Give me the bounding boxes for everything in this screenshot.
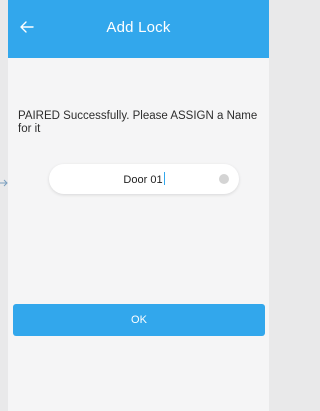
lock-name-value: Door 01 bbox=[123, 174, 163, 186]
lock-name-input[interactable]: Door 01 bbox=[49, 164, 239, 194]
header-bar: Add Lock bbox=[8, 0, 269, 58]
text-caret bbox=[163, 172, 165, 185]
ok-button[interactable]: OK bbox=[13, 304, 265, 336]
pairing-success-message: PAIRED Successfully. Please ASSIGN a Nam… bbox=[18, 110, 258, 135]
page-title: Add Lock bbox=[106, 19, 171, 36]
add-lock-screen: Add Lock PAIRED Successfully. Please ASS… bbox=[8, 0, 269, 411]
clear-icon[interactable] bbox=[219, 174, 229, 184]
ok-button-label: OK bbox=[131, 314, 147, 326]
